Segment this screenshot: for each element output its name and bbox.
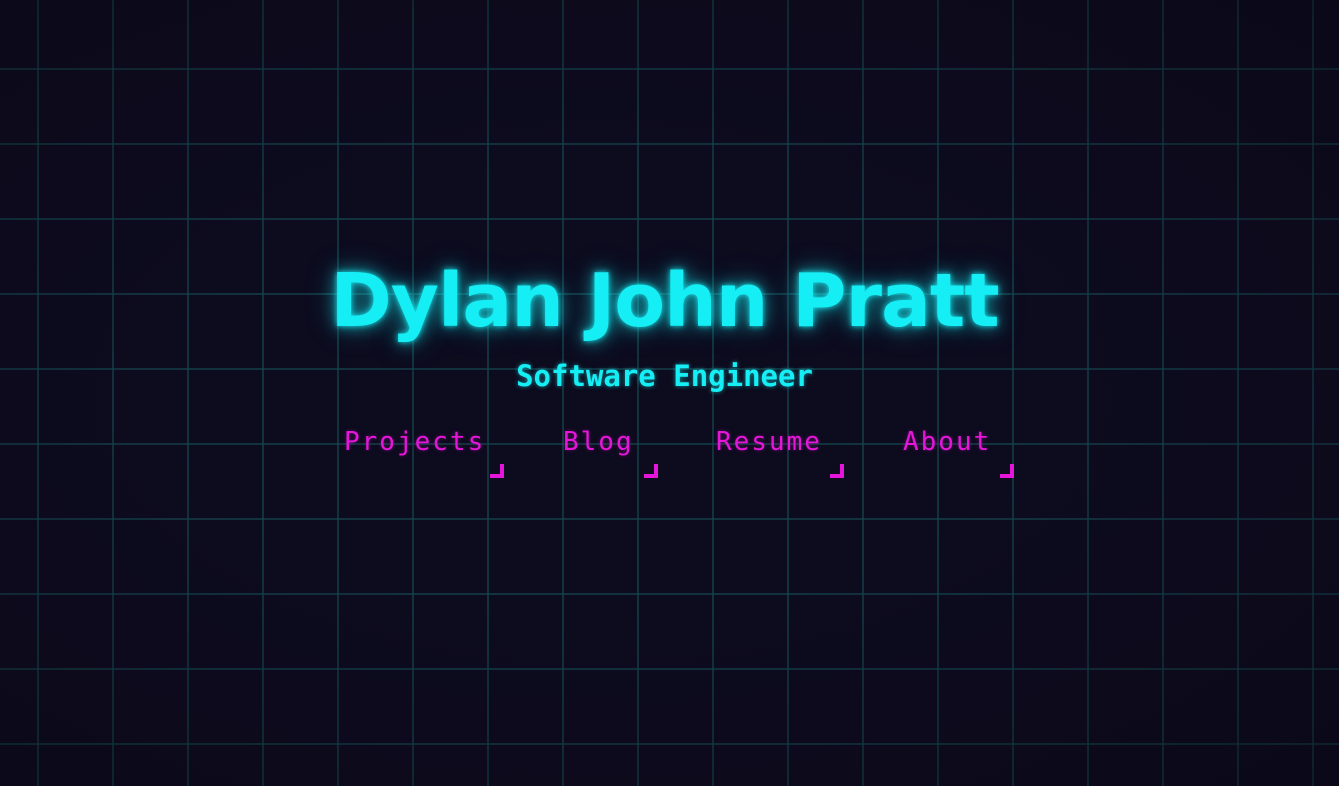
main-nav: Projects Blog Resume About: [0, 420, 1339, 480]
nav-link-label: Resume: [716, 427, 822, 457]
nav-link-label: About: [903, 427, 992, 457]
nav-link-about[interactable]: About: [903, 420, 1014, 478]
nav-link-label: Projects: [344, 427, 486, 457]
corner-bracket-icon: [490, 464, 504, 478]
corner-bracket-icon: [1000, 464, 1014, 478]
nav-link-label: Blog: [563, 427, 634, 457]
page-subtitle: Software Engineer: [516, 359, 813, 393]
corner-bracket-icon: [830, 464, 844, 478]
nav-link-blog[interactable]: Blog: [563, 420, 658, 478]
nav-link-resume[interactable]: Resume: [716, 420, 844, 478]
hero-section: Dylan John Pratt Software Engineer Proje…: [0, 0, 1339, 786]
page-title: Dylan John Pratt: [330, 258, 999, 344]
nav-link-projects[interactable]: Projects: [344, 420, 504, 478]
corner-bracket-icon: [644, 464, 658, 478]
